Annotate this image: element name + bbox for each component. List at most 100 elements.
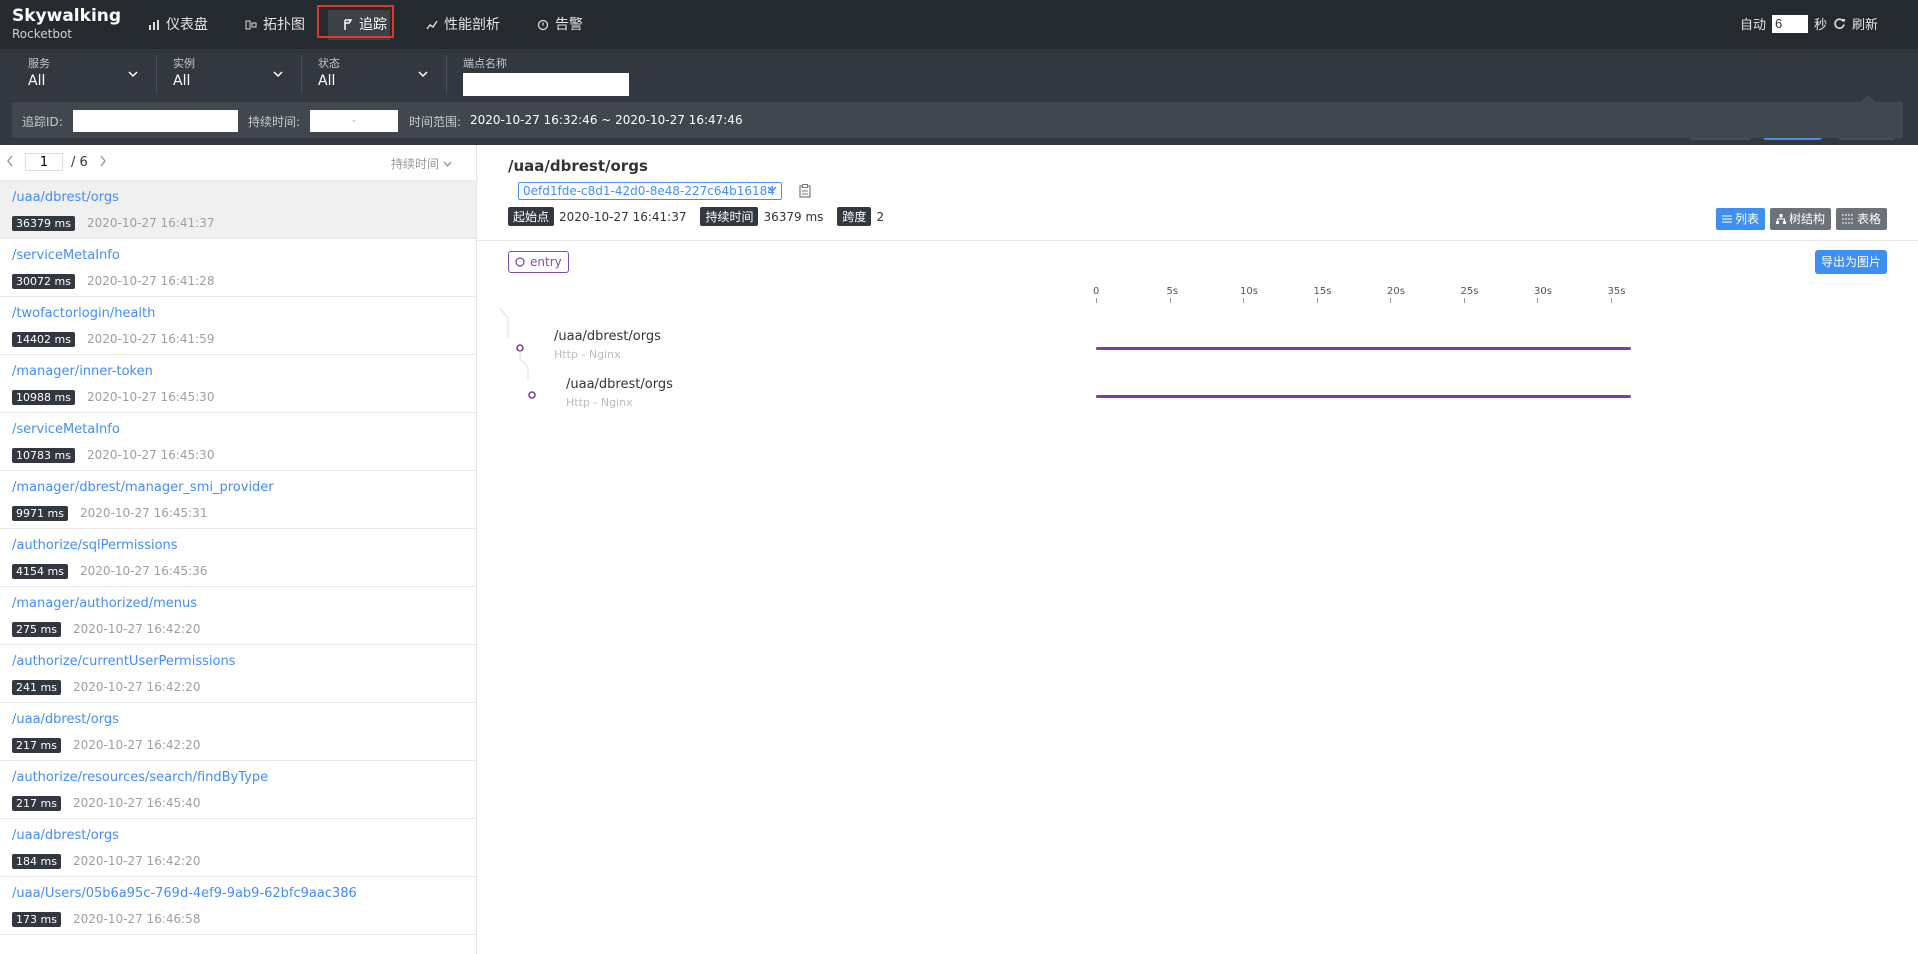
trace-list-item[interactable]: /authorize/sqlPermissions 4154 ms 2020-10-…	[0, 529, 476, 587]
duration-value: 36379 ms	[763, 209, 824, 224]
span-count-tag: 跨度	[837, 207, 872, 226]
nav-label-alarm: 告警	[555, 17, 583, 33]
span-row[interactable]: /uaa/dbrest/orgs Http - Nginx	[566, 377, 673, 409]
list-view-button[interactable]: 列表	[1715, 208, 1765, 230]
span-duration-bar[interactable]	[1096, 395, 1631, 398]
trace-meta: 起始点 2020-10-27 16:41:37 持续时间 36379 ms 跨度…	[508, 207, 898, 226]
trace-list-item[interactable]: /authorize/resources/search/findByType 21…	[0, 761, 476, 819]
trace-duration-badge: 30072 ms	[12, 274, 75, 289]
chevron-down-icon	[443, 161, 452, 168]
span-tree-lines	[499, 307, 536, 399]
axis-tick-label: 0	[1093, 286, 1100, 297]
axis-tick-label: 30s	[1534, 286, 1552, 297]
trace-endpoint-link[interactable]: /uaa/dbrest/orgs	[12, 712, 119, 727]
trace-list-item[interactable]: /authorize/currentUserPermissions 241 ms 2…	[0, 645, 476, 703]
trace-list-item[interactable]: /uaa/dbrest/orgs 184 ms 2020-10-27 16:42:2…	[0, 819, 476, 877]
trace-list-item[interactable]: /serviceMetaInfo 30072 ms 2020-10-27 16:41…	[0, 239, 476, 297]
time-range-value[interactable]: 2020-10-27 16:32:46 ~ 2020-10-27 16:47:4…	[470, 113, 743, 127]
endpoint-name-input[interactable]	[463, 73, 629, 96]
trace-endpoint-link[interactable]: /uaa/dbrest/orgs	[12, 190, 119, 205]
nav-item-alarm[interactable]: 告警	[537, 15, 583, 35]
table-view-label: 表格	[1856, 212, 1881, 226]
axis-tick-mark	[1316, 298, 1318, 303]
trace-list-item[interactable]: /serviceMetaInfo 10783 ms 2020-10-27 16:45…	[0, 413, 476, 471]
span-component: Http - Nginx	[554, 348, 621, 361]
trace-endpoint-link[interactable]: /manager/dbrest/manager_smi_provider	[12, 480, 274, 495]
brand-subtitle: Rocketbot	[12, 27, 73, 41]
service-filter[interactable]: 服务 All	[12, 55, 157, 93]
tree-view-label: 树结构	[1788, 212, 1825, 226]
table-icon	[1841, 214, 1854, 224]
pagination: / 6 持续时间	[0, 145, 476, 181]
skywalking-logo[interactable]: Skywalking Rocketbot	[12, 6, 122, 41]
trace-endpoint-link[interactable]: /manager/authorized/menus	[12, 596, 197, 611]
axis-tick-label: 25s	[1460, 286, 1479, 297]
table-view-button[interactable]: 表格	[1835, 208, 1887, 230]
trace-id-select[interactable]: 0efd1fde-c8d1-42d0-8e48-227c64b16184	[518, 182, 782, 200]
top-navigation-bar: Skywalking Rocketbot 仪表盘 拓扑图 追踪 性能剖析 告警 …	[0, 0, 1918, 49]
chevron-left-icon[interactable]	[6, 155, 14, 167]
trace-endpoint-link[interactable]: /authorize/resources/search/findByType	[12, 770, 268, 785]
trace-list-item[interactable]: /manager/dbrest/manager_smi_provider 9971…	[0, 471, 476, 529]
trace-endpoint-link[interactable]: /twofactorlogin/health	[12, 306, 155, 321]
trace-endpoint-link[interactable]: /serviceMetaInfo	[12, 248, 120, 263]
trace-detail-pane: /uaa/dbrest/orgs 0efd1fde-c8d1-42d0-8e48…	[477, 145, 1918, 954]
nav-item-dashboard[interactable]: 仪表盘	[148, 15, 208, 35]
refresh-button[interactable]: 刷新	[1852, 14, 1878, 33]
trace-duration-badge: 10783 ms	[12, 448, 75, 463]
trace-id-input[interactable]	[73, 110, 238, 132]
trace-list-item[interactable]: /manager/inner-token 10988 ms 2020-10-27 1…	[0, 355, 476, 413]
trace-id-value: 0efd1fde-c8d1-42d0-8e48-227c64b16184	[523, 184, 775, 198]
trace-list-item[interactable]: /uaa/dbrest/orgs 36379 ms 2020-10-27 16:41…	[0, 181, 476, 239]
trace-start-time: 2020-10-27 16:41:59	[87, 332, 215, 346]
copy-clipboard-icon[interactable]	[799, 184, 811, 198]
span-row[interactable]: /uaa/dbrest/orgs Http - Nginx	[554, 329, 661, 361]
page-number-input[interactable]	[25, 153, 63, 171]
more-panel-caret	[1860, 95, 1876, 102]
trace-start-time: 2020-10-27 16:42:20	[73, 622, 201, 636]
trace-list-item[interactable]: /manager/authorized/menus 275 ms 2020-10-2…	[0, 587, 476, 645]
duration-input[interactable]	[310, 110, 398, 132]
auto-label[interactable]: 自动	[1740, 14, 1766, 33]
trace-start-time: 2020-10-27 16:45:36	[80, 564, 208, 578]
axis-tick-mark	[1243, 298, 1244, 303]
trace-endpoint-link[interactable]: /manager/inner-token	[12, 364, 153, 379]
span-node-icon	[516, 344, 524, 352]
refresh-icon[interactable]	[1833, 17, 1846, 30]
trace-duration-badge: 36379 ms	[12, 216, 75, 231]
trace-start-time: 2020-10-27 16:41:28	[87, 274, 215, 288]
sort-label: 持续时间	[391, 157, 440, 171]
nav-item-profiling[interactable]: 性能剖析	[426, 15, 500, 35]
span-duration-bar[interactable]	[1096, 347, 1631, 350]
nav-label-topology: 拓扑图	[263, 17, 305, 33]
tree-view-button[interactable]: 树结构	[1769, 208, 1831, 230]
sort-by-duration[interactable]: 持续时间	[391, 155, 452, 172]
interval-unit: 秒	[1813, 18, 1827, 33]
trace-endpoint-link[interactable]: /serviceMetaInfo	[12, 422, 120, 437]
trace-endpoint-link[interactable]: /uaa/Users/05b6a95c-769d-4ef9-9ab9-62bfc…	[12, 886, 357, 901]
trace-list-item[interactable]: /uaa/Users/05b6a95c-769d-4ef9-9ab9-62bfc…	[0, 877, 476, 935]
nav-item-topology[interactable]: 拓扑图	[245, 15, 305, 35]
list-icon	[1721, 215, 1732, 223]
auto-refresh-controls: 自动 秒 刷新	[1740, 14, 1878, 33]
trace-endpoint-link[interactable]: /authorize/currentUserPermissions	[12, 654, 235, 669]
export-image-button[interactable]: 导出为图片	[1814, 250, 1887, 274]
trace-duration-badge: 9971 ms	[12, 506, 68, 521]
span-node-icon	[528, 391, 536, 399]
trace-start-time: 2020-10-27 16:45:31	[80, 506, 208, 520]
axis-tick-label: 5s	[1166, 286, 1179, 297]
trace-list-item[interactable]: /twofactorlogin/health 14402 ms 2020-10-27…	[0, 297, 476, 355]
instance-filter[interactable]: 实例 All	[157, 55, 302, 93]
list-view-label: 列表	[1734, 212, 1759, 226]
refresh-interval-input[interactable]	[1771, 14, 1808, 33]
chevron-right-icon[interactable]	[99, 155, 107, 167]
axis-tick-label: 20s	[1387, 286, 1405, 297]
nav-highlight-box	[317, 5, 394, 38]
status-filter[interactable]: 状态 All	[302, 55, 447, 93]
trace-endpoint-link[interactable]: /uaa/dbrest/orgs	[12, 828, 119, 843]
trace-endpoint-link[interactable]: /authorize/sqlPermissions	[12, 538, 178, 553]
brand-name: Skywalking	[12, 6, 122, 26]
axis-tick-label: 10s	[1240, 286, 1258, 297]
trace-list-item[interactable]: /uaa/dbrest/orgs 217 ms 2020-10-27 16:42:2…	[0, 703, 476, 761]
axis-tick-mark	[1390, 298, 1391, 303]
